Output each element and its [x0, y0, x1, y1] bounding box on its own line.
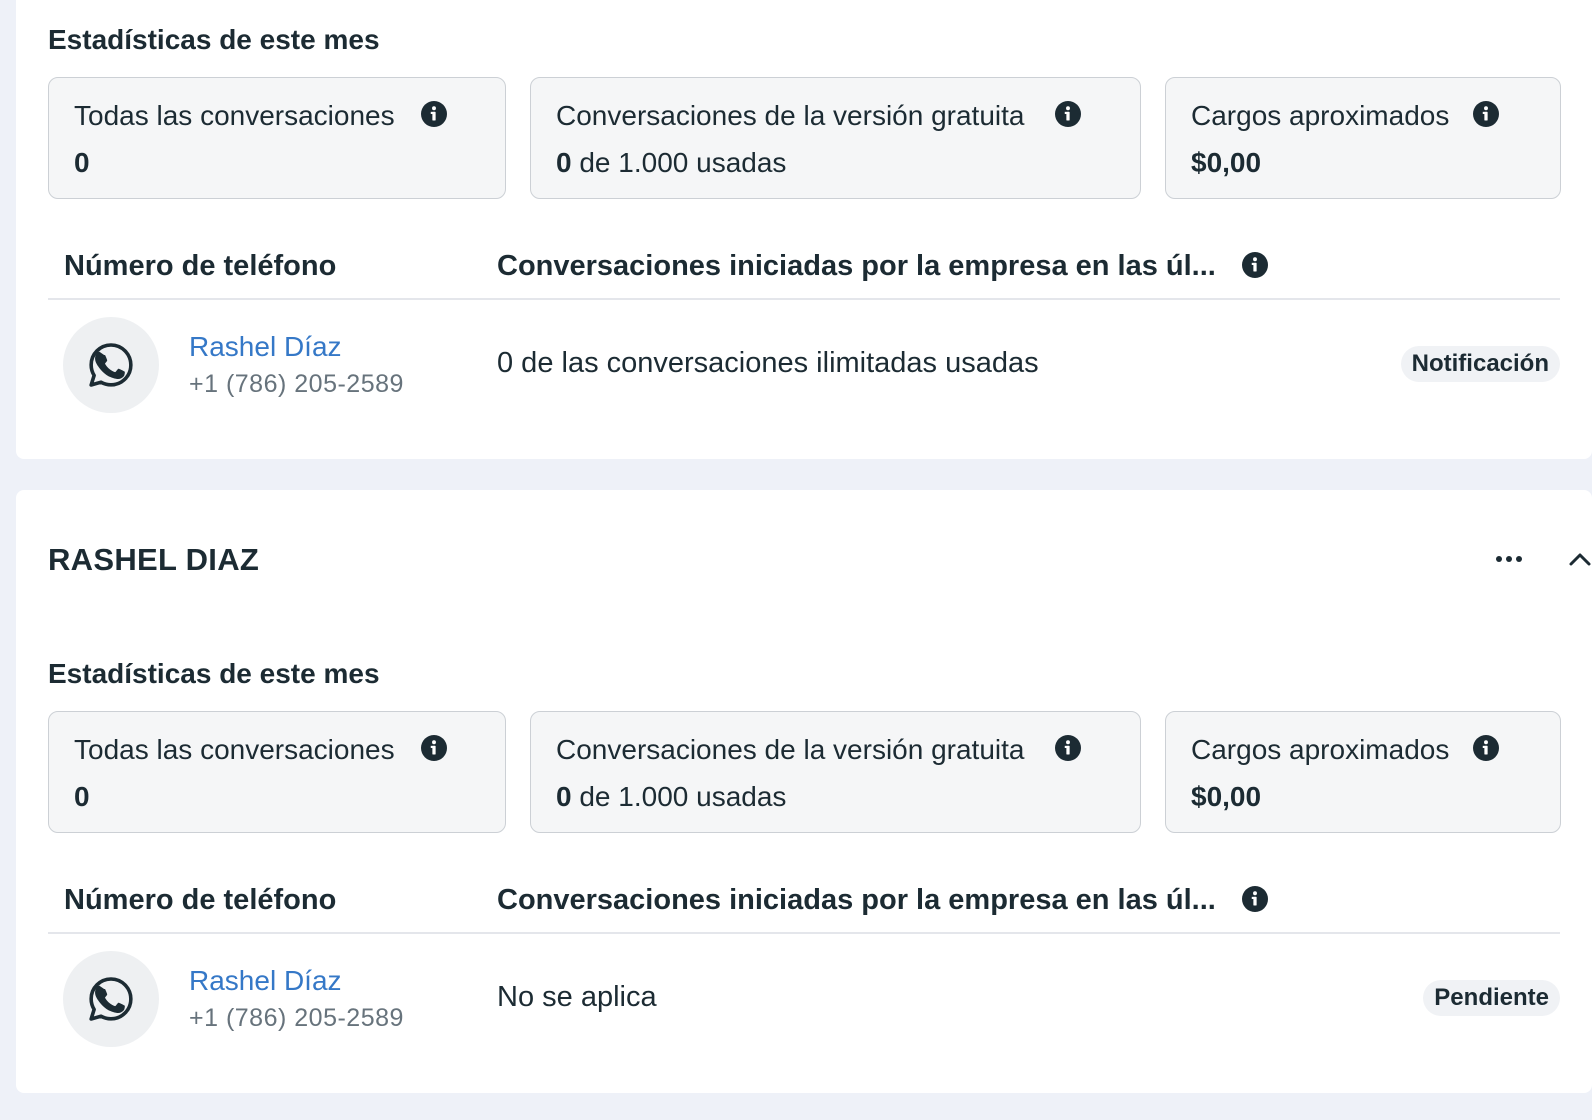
contact-name-link[interactable]: Rashel Díaz	[189, 331, 342, 363]
card-approx-charges: Cargos aproximados $0,00	[1165, 711, 1561, 833]
card-all-conversations: Todas las conversaciones 0	[48, 77, 506, 199]
card-free-conversations: Conversaciones de la versión gratuita 0 …	[530, 711, 1141, 833]
card-label: Cargos aproximados	[1191, 100, 1450, 131]
stats-title: Estadísticas de este mes	[48, 24, 380, 55]
more-icon[interactable]	[1494, 544, 1524, 574]
conversation-usage: No se aplica	[497, 981, 657, 1013]
info-icon[interactable]	[1055, 101, 1081, 127]
table-header: Número de teléfono Conversaciones inicia…	[48, 864, 1560, 934]
account-name: RASHEL DIAZ	[48, 542, 260, 577]
card-approx-charges: Cargos aproximados $0,00	[1165, 77, 1561, 199]
card-value: 0 de 1.000 usadas	[556, 781, 787, 812]
info-icon[interactable]	[421, 101, 447, 127]
status-badge: Notificación	[1400, 346, 1560, 382]
card-label: Conversaciones de la versión gratuita	[556, 100, 1025, 131]
info-icon[interactable]	[1055, 735, 1081, 761]
card-value: 0	[74, 147, 90, 178]
info-icon[interactable]	[1242, 252, 1268, 278]
column-header-conversations[interactable]: Conversaciones iniciadas por la empresa …	[497, 250, 1216, 283]
stats-title: Estadísticas de este mes	[48, 658, 380, 689]
whatsapp-icon	[63, 317, 159, 413]
whatsapp-icon	[63, 951, 159, 1047]
card-all-conversations: Todas las conversaciones 0	[48, 711, 506, 833]
card-label: Todas las conversaciones	[74, 100, 395, 131]
info-icon[interactable]	[1473, 101, 1499, 127]
card-value: $0,00	[1191, 781, 1262, 812]
info-icon[interactable]	[1473, 735, 1499, 761]
page: Estadísticas de este mes Todas las conve…	[0, 0, 1592, 1120]
status-badge: Pendiente	[1423, 980, 1560, 1016]
card-label: Todas las conversaciones	[74, 734, 395, 765]
info-icon[interactable]	[1242, 886, 1268, 912]
card-value: 0	[74, 781, 90, 812]
column-header-phone[interactable]: Número de teléfono	[64, 884, 336, 917]
column-header-conversations[interactable]: Conversaciones iniciadas por la empresa …	[497, 884, 1216, 917]
account-panel-2: RASHEL DIAZ Estadísticas de este mes Tod…	[16, 490, 1592, 1093]
card-value: 0 de 1.000 usadas	[556, 147, 787, 178]
stats-cards: Todas las conversaciones 0 Conversacione…	[48, 77, 1592, 199]
contact-phone: +1 (786) 205-2589	[189, 370, 404, 398]
contact-name-link[interactable]: Rashel Díaz	[189, 965, 342, 997]
table-row: Rashel Díaz +1 (786) 205-2589 No se apli…	[48, 951, 1560, 1061]
card-value: $0,00	[1191, 147, 1262, 178]
card-label: Conversaciones de la versión gratuita	[556, 734, 1025, 765]
table-row: Rashel Díaz +1 (786) 205-2589 0 de las c…	[48, 317, 1560, 427]
card-label: Cargos aproximados	[1191, 734, 1450, 765]
column-header-phone[interactable]: Número de teléfono	[64, 250, 336, 283]
conversation-usage: 0 de las conversaciones ilimitadas usada…	[497, 347, 1039, 379]
stats-cards: Todas las conversaciones 0 Conversacione…	[48, 711, 1592, 833]
contact-phone: +1 (786) 205-2589	[189, 1004, 404, 1032]
info-icon[interactable]	[421, 735, 447, 761]
card-free-conversations: Conversaciones de la versión gratuita 0 …	[530, 77, 1141, 199]
account-header: RASHEL DIAZ	[48, 536, 1592, 580]
chevron-up-icon[interactable]	[1562, 544, 1592, 574]
table-header: Número de teléfono Conversaciones inicia…	[48, 230, 1560, 300]
account-panel-1: Estadísticas de este mes Todas las conve…	[16, 0, 1592, 459]
